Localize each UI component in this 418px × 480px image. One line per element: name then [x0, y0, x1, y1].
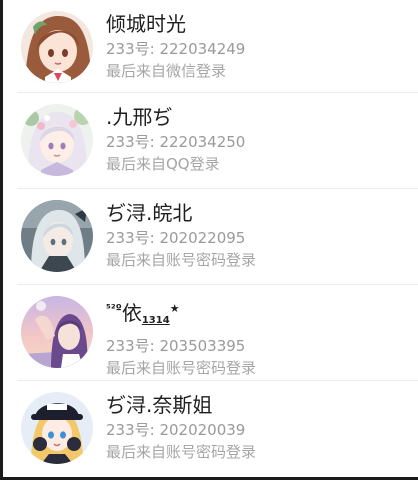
account-id: 233号: 203503395: [106, 337, 246, 355]
last-login-method: 最后来自账号密码登录: [106, 443, 257, 461]
account-name-main: 依: [121, 301, 142, 325]
account-info: ⁵²º依1314★ 233号: 203503395 最后来自账号密码登录: [106, 295, 410, 378]
account-list: 倾城时光 233号: 222034249 最后来自微信登录 .九邢ぢ 233号:…: [3, 0, 418, 477]
account-row[interactable]: .九邢ぢ 233号: 222034250 最后来自QQ登录: [3, 93, 418, 189]
account-info: ぢ浔.奈斯姐 233号: 202020039 最后来自账号密码登录: [106, 391, 410, 462]
account-name: .九邢ぢ: [106, 105, 173, 129]
account-name: 倾城时光: [106, 12, 186, 36]
star-icon: ★: [169, 302, 180, 315]
account-row[interactable]: 倾城时光 233号: 222034249 最后来自微信登录: [3, 0, 418, 93]
account-info: .九邢ぢ 233号: 222034250 最后来自QQ登录: [106, 103, 410, 174]
account-id: 233号: 222034250: [106, 133, 246, 151]
anime-girl-cap-headphones-avatar-icon: [21, 392, 93, 464]
account-info: 倾城时光 233号: 222034249 最后来自微信登录: [106, 10, 410, 81]
account-name-prefix: ⁵²º: [106, 302, 122, 315]
account-id: 233号: 222034249: [106, 40, 246, 58]
account-name: ぢ浔.皖北: [106, 201, 193, 225]
account-row[interactable]: ぢ浔.皖北 233号: 202022095 最后来自账号密码登录: [3, 189, 418, 285]
last-login-method: 最后来自账号密码登录: [106, 251, 257, 269]
account-name: ⁵²º依1314★: [106, 295, 410, 335]
account-id: 233号: 202020039: [106, 421, 246, 439]
account-row[interactable]: ぢ浔.奈斯姐 233号: 202020039 最后来自账号密码登录: [3, 381, 418, 477]
anime-girl-brown-hair-avatar-icon: [21, 11, 93, 83]
account-name-suffix: 1314: [141, 315, 170, 326]
account-row[interactable]: ⁵²º依1314★ 233号: 203503395 最后来自账号密码登录: [3, 285, 418, 381]
last-login-method: 最后来自账号密码登录: [106, 359, 257, 377]
account-switch-screen: 倾城时光 233号: 222034249 最后来自微信登录 .九邢ぢ 233号:…: [0, 0, 418, 480]
account-name: ぢ浔.奈斯姐: [106, 393, 213, 417]
anime-girl-silver-hair-avatar-icon: [21, 200, 93, 272]
anime-girl-sunset-avatar-icon: [21, 296, 93, 368]
account-info: ぢ浔.皖北 233号: 202022095 最后来自账号密码登录: [106, 199, 410, 270]
last-login-method: 最后来自微信登录: [106, 62, 227, 80]
anime-girl-white-hair-flowers-avatar-icon: [21, 104, 93, 176]
last-login-method: 最后来自QQ登录: [106, 155, 220, 173]
account-id: 233号: 202022095: [106, 229, 246, 247]
